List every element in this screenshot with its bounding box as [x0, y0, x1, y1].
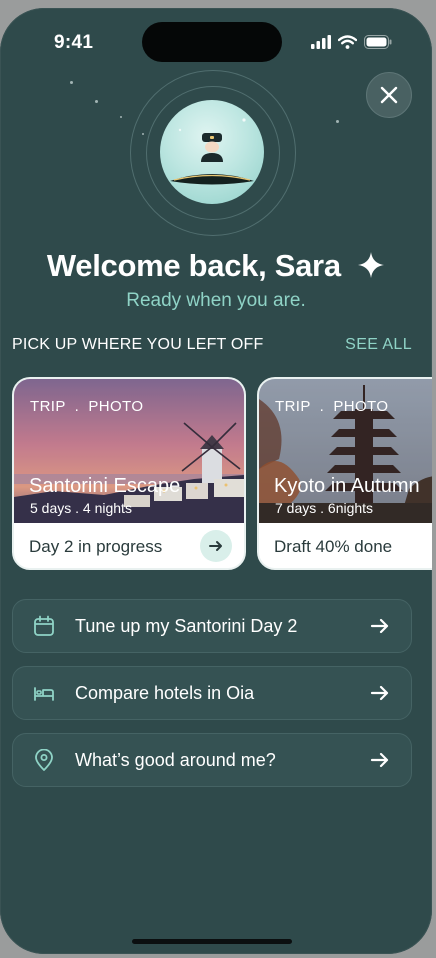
- close-button[interactable]: [366, 72, 412, 118]
- app-screen: 9:41 Welcome back, Sara Ready when you a…: [0, 8, 432, 954]
- section-label: PICK UP WHERE YOU LEFT OFF: [12, 336, 264, 353]
- card-duration: 5 days . 4 nights: [30, 500, 132, 516]
- concierge-icon: [170, 118, 254, 185]
- action-label: What’s good around me?: [75, 750, 276, 770]
- card-meta: TRIP . PHOTO: [30, 398, 144, 415]
- action-label: Tune up my Santorini Day 2: [75, 616, 298, 636]
- arrow-right-icon: [209, 541, 222, 551]
- wifi-icon: [338, 35, 357, 49]
- action-label: Compare hotels in Oia: [75, 683, 255, 703]
- status-time: 9:41: [54, 32, 94, 53]
- arrow-right-icon: [370, 685, 389, 701]
- battery-icon: [364, 35, 392, 49]
- concierge-avatar: [160, 100, 264, 204]
- action-tune-up-day[interactable]: Tune up my Santorini Day 2: [12, 599, 412, 653]
- close-icon: [380, 86, 398, 104]
- card-status: Draft 40% done: [274, 537, 393, 556]
- action-around-me[interactable]: What’s good around me?: [12, 733, 412, 787]
- welcome-title-text: Welcome back, Sara: [46, 248, 341, 283]
- sparkle-dot: [120, 116, 122, 118]
- calendar-icon: [34, 615, 54, 636]
- welcome-title: Welcome back, Sara: [0, 248, 432, 284]
- welcome-subtitle: Ready when you are.: [126, 290, 306, 311]
- sparkle-dot: [70, 81, 73, 84]
- card-duration: 7 days . 6nights: [275, 500, 374, 516]
- trip-card-santorini[interactable]: TRIP . PHOTO Santorini Escape 5 days . 4…: [12, 377, 246, 570]
- card-trip-name: Kyoto in Autumn: [274, 475, 420, 497]
- dynamic-island: [142, 22, 282, 62]
- action-compare-hotels[interactable]: Compare hotels in Oia: [12, 666, 412, 720]
- card-status: Day 2 in progress: [29, 537, 163, 556]
- status-bar: 9:41: [0, 8, 432, 78]
- arrow-right-icon: [370, 618, 389, 634]
- status-icons: [311, 35, 392, 49]
- location-pin-icon: [35, 749, 53, 771]
- trip-card-kyoto[interactable]: TRIP . PHOTO Kyoto in Autumn 7 days . 6n…: [257, 377, 432, 570]
- card-meta: TRIP . PHOTO: [275, 398, 389, 415]
- card-open-button[interactable]: [200, 530, 232, 562]
- sparkle-dot: [95, 100, 98, 103]
- signal-icon: [311, 35, 331, 49]
- sparkle-icon: [358, 252, 385, 278]
- bed-icon: [34, 687, 54, 701]
- home-indicator[interactable]: [132, 939, 292, 944]
- arrow-right-icon: [370, 752, 389, 768]
- card-trip-name: Santorini Escape: [29, 475, 181, 497]
- sparkle-dot: [336, 120, 339, 123]
- see-all-link[interactable]: SEE ALL: [345, 336, 412, 354]
